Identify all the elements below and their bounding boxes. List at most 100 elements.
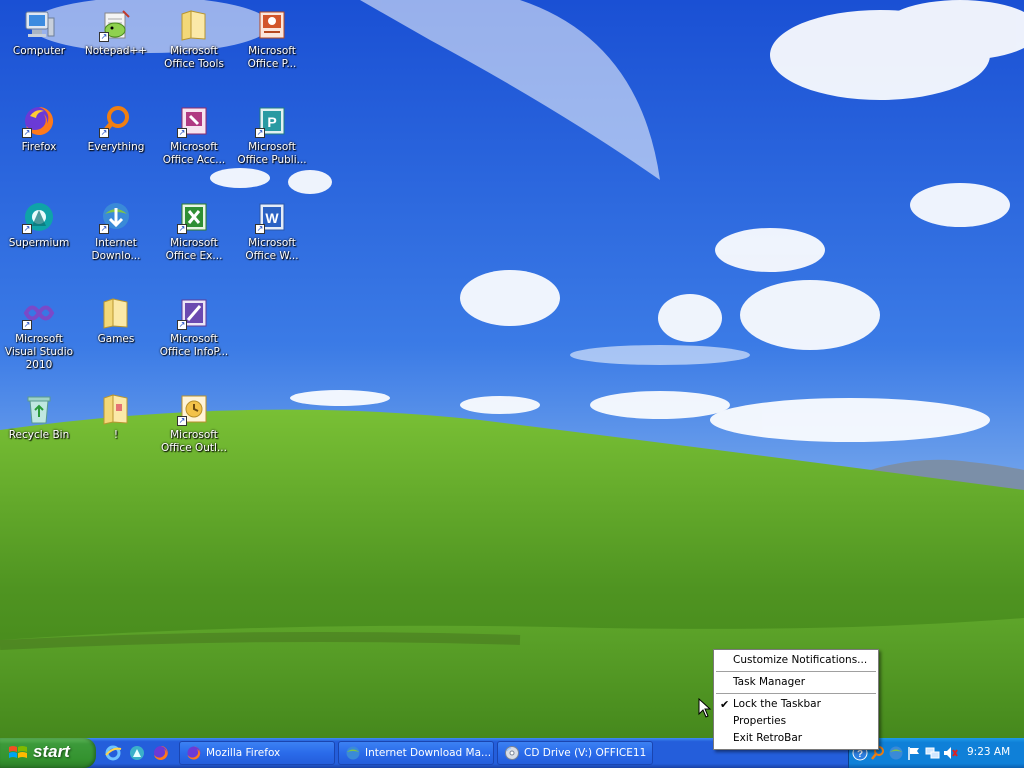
desktop-icon-label: Microsoft Office Tools: [164, 45, 224, 70]
desktop-icon-label: Microsoft Office Acc...: [162, 141, 226, 166]
desktop-icon-label: Notepad++: [84, 45, 148, 57]
desktop-icon-games[interactable]: Games: [77, 296, 155, 346]
shortcut-arrow-icon: ↗: [177, 416, 187, 426]
publisher-icon: P ↗: [255, 104, 289, 138]
task-button-internet-download-manager[interactable]: Internet Download Ma...: [338, 741, 494, 765]
menu-item-label: Customize Notifications...: [733, 654, 868, 666]
desktop-icon-internet-download-manager[interactable]: ↗ Internet Downlo...: [77, 200, 155, 263]
visual-studio-icon: ↗: [22, 296, 56, 330]
network-icon[interactable]: [924, 745, 940, 761]
desktop-icon-visual-studio[interactable]: ↗ Microsoft Visual Studio 2010: [0, 296, 78, 372]
outlook-icon: ↗: [177, 392, 211, 426]
desktop-icon-label: Microsoft Office P...: [247, 45, 297, 70]
menu-item-properties[interactable]: Properties: [714, 713, 878, 730]
desktop-icon-label: Everything: [87, 141, 145, 153]
firefox-icon: [187, 746, 201, 760]
powerpoint-icon: [255, 8, 289, 42]
everything-search-icon: ↗: [99, 104, 133, 138]
flag-icon[interactable]: [906, 745, 922, 761]
internet-download-manager-icon: ↗: [99, 200, 133, 234]
firefox-icon[interactable]: [152, 744, 170, 762]
menu-item-label: Lock the Taskbar: [733, 698, 821, 710]
supermium-icon: ↗: [22, 200, 56, 234]
svg-text:W: W: [265, 210, 279, 226]
task-button-label: Mozilla Firefox: [206, 747, 281, 759]
task-button-cd-drive[interactable]: CD Drive (V:) OFFICE11: [497, 741, 653, 765]
cd-drive-icon: [505, 746, 519, 760]
desktop-icon-everything[interactable]: ↗ Everything: [77, 104, 155, 154]
desktop-icon-office-tools[interactable]: Microsoft Office Tools: [155, 8, 233, 71]
menu-item-label: Properties: [733, 715, 787, 727]
shortcut-arrow-icon: ↗: [22, 320, 32, 330]
start-label: start: [33, 742, 70, 761]
infopath-icon: ↗: [177, 296, 211, 330]
excel-icon: ↗: [177, 200, 211, 234]
internet-download-manager-icon: [346, 746, 360, 760]
notepad-plus-plus-icon: ↗: [99, 8, 133, 42]
shortcut-arrow-icon: ↗: [177, 128, 187, 138]
desktop-icon-office-excel[interactable]: ↗ Microsoft Office Ex...: [155, 200, 233, 263]
menu-separator: [716, 671, 876, 672]
show-desktop-icon[interactable]: [128, 744, 146, 762]
desktop-icon-firefox[interactable]: ↗ Firefox: [0, 104, 78, 154]
menu-item-lock-the-taskbar[interactable]: ✔ Lock the Taskbar: [714, 696, 878, 713]
desktop-icon-label: Microsoft Visual Studio 2010: [4, 333, 74, 371]
desktop-icon-label: Microsoft Office Outl...: [161, 429, 227, 454]
desktop-icon-label: Games: [97, 333, 135, 345]
shortcut-arrow-icon: ↗: [255, 224, 265, 234]
desktop-icon-supermium[interactable]: ↗ Supermium: [0, 200, 78, 250]
desktop-icon-office-word[interactable]: W ↗ Microsoft Office W...: [233, 200, 311, 263]
folder-icon: [99, 392, 133, 426]
shortcut-arrow-icon: ↗: [177, 224, 187, 234]
computer-icon: [22, 8, 56, 42]
shortcut-arrow-icon: ↗: [99, 224, 109, 234]
taskbar-context-menu: Customize Notifications... Task Manager …: [713, 649, 879, 750]
recycle-bin-icon: [22, 392, 56, 426]
volume-muted-icon[interactable]: [942, 745, 958, 761]
internet-download-manager-icon[interactable]: [888, 745, 904, 761]
desktop-icon-label: Microsoft Office InfoP...: [159, 333, 229, 358]
desktop-icon-computer[interactable]: Computer: [0, 8, 78, 58]
desktop-icon-label: Recycle Bin: [8, 429, 70, 441]
task-button-firefox[interactable]: Mozilla Firefox: [179, 741, 335, 765]
menu-item-exit-retrobar[interactable]: Exit RetroBar: [714, 730, 878, 747]
menu-item-label: Task Manager: [733, 676, 806, 688]
menu-item-label: Exit RetroBar: [733, 732, 803, 744]
svg-text:P: P: [267, 114, 276, 130]
shortcut-arrow-icon: ↗: [22, 224, 32, 234]
desktop-icon-office-outlook[interactable]: ↗ Microsoft Office Outl...: [155, 392, 233, 455]
desktop-icon-label: Microsoft Office Publi...: [237, 141, 307, 166]
task-button-label: CD Drive (V:) OFFICE11: [524, 747, 647, 759]
quick-launch-bar: [104, 744, 170, 762]
windows-logo-icon: [9, 746, 27, 758]
folder-icon: [177, 8, 211, 42]
menu-item-customize-notifications[interactable]: Customize Notifications...: [714, 652, 878, 669]
desktop-icon-notepad-plus-plus[interactable]: ↗ Notepad++: [77, 8, 155, 58]
checkmark-icon: ✔: [720, 698, 730, 711]
shortcut-arrow-icon: ↗: [177, 320, 187, 330]
desktop-icon-label: Microsoft Office W...: [245, 237, 299, 262]
desktop-icon-label: !: [113, 429, 119, 441]
shortcut-arrow-icon: ↗: [99, 128, 109, 138]
desktop-icon-office-access[interactable]: ↗ Microsoft Office Acc...: [155, 104, 233, 167]
clock[interactable]: 9:23 AM: [967, 746, 1010, 758]
menu-item-task-manager[interactable]: Task Manager: [714, 674, 878, 691]
desktop-icon-office-infopath[interactable]: ↗ Microsoft Office InfoP...: [155, 296, 233, 359]
desktop-icon-exclamation[interactable]: !: [77, 392, 155, 442]
internet-explorer-icon[interactable]: [104, 744, 122, 762]
shortcut-arrow-icon: ↗: [255, 128, 265, 138]
desktop-icon-office-publisher[interactable]: P ↗ Microsoft Office Publi...: [233, 104, 311, 167]
svg-text:?: ?: [857, 749, 863, 760]
desktop-icon-label: Microsoft Office Ex...: [165, 237, 223, 262]
desktop-icon-label: Firefox: [21, 141, 57, 153]
word-icon: W ↗: [255, 200, 289, 234]
desktop-icon-office-powerpoint[interactable]: Microsoft Office P...: [233, 8, 311, 71]
folder-icon: [99, 296, 133, 330]
firefox-icon: ↗: [22, 104, 56, 138]
menu-separator: [716, 693, 876, 694]
shortcut-arrow-icon: ↗: [22, 128, 32, 138]
desktop-icon-recycle-bin[interactable]: Recycle Bin: [0, 392, 78, 442]
desktop-icon-label: Computer: [12, 45, 66, 57]
shortcut-arrow-icon: ↗: [99, 32, 109, 42]
start-button[interactable]: start: [0, 738, 96, 768]
